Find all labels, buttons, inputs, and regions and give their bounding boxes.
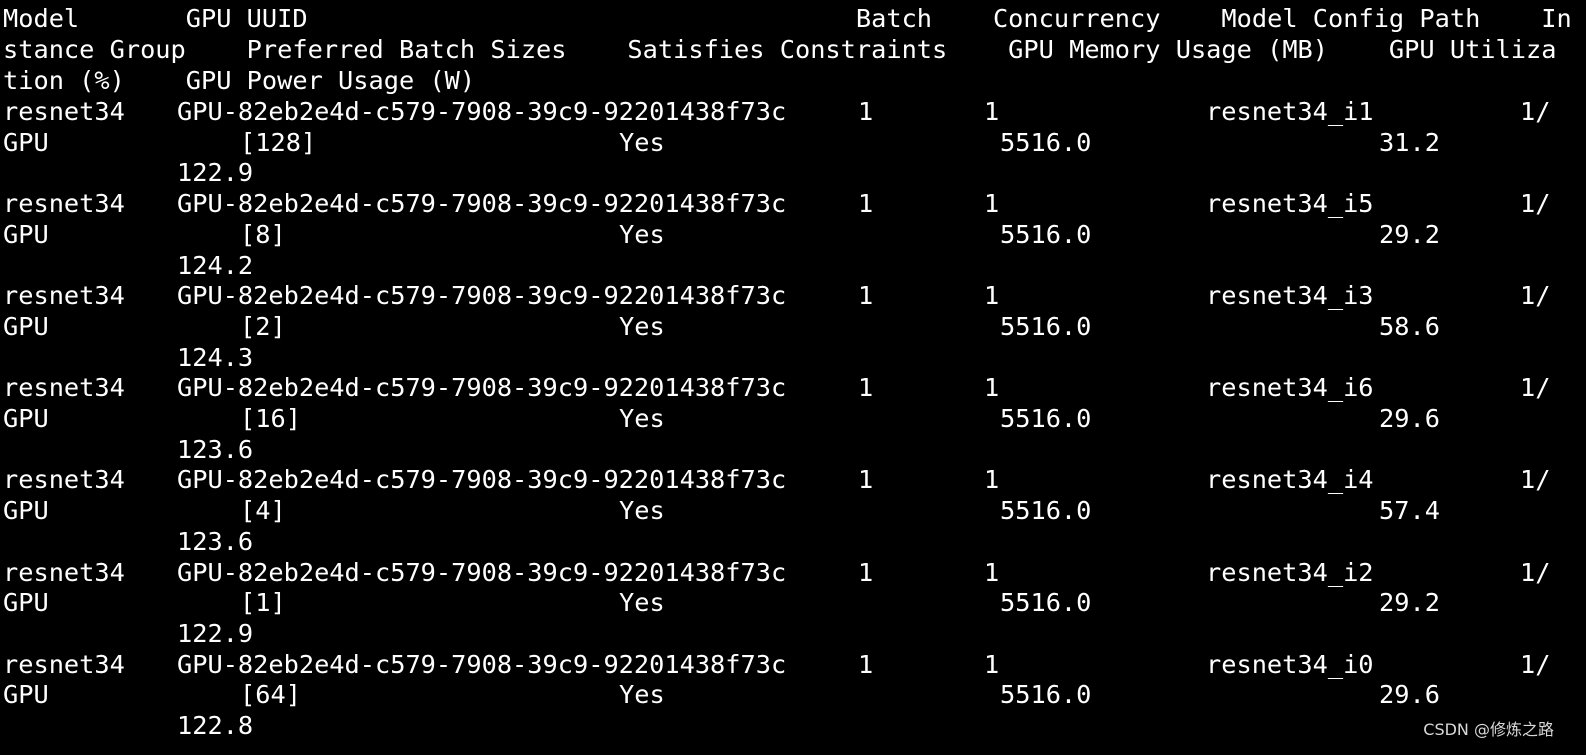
cell-gpu-utilization-pct: 29.2	[1379, 588, 1440, 618]
cell-preferred-batch-sizes: [4]	[240, 496, 286, 526]
cell-batch: 1	[858, 189, 874, 219]
cell-batch: 1	[858, 649, 874, 679]
cell-model: resnet34	[3, 97, 125, 126]
cell-instance-group-part1: 1/	[1520, 189, 1551, 219]
cell-model: resnet34	[3, 189, 125, 219]
terminal-output[interactable]: Model GPU UUID Batch Concurrency Model C…	[0, 0, 1586, 755]
cell-satisfies-constraints: Yes	[619, 404, 665, 433]
cell-instance-group-part2: GPU	[3, 404, 49, 433]
cell-instance-group-part1: 1/	[1520, 373, 1551, 403]
cell-model: resnet34	[3, 465, 125, 495]
cell-gpu-utilization-pct: 29.6	[1379, 404, 1440, 433]
cell-gpu-utilization-pct: 58.6	[1379, 311, 1440, 341]
cell-instance-group-part2: GPU	[3, 127, 49, 157]
cell-model-config-path: resnet34_i3	[1206, 281, 1374, 311]
cell-preferred-batch-sizes: [128]	[240, 127, 317, 157]
cell-gpu-memory-usage-mb: 5516.0	[1000, 219, 1092, 249]
cell-instance-group-part2: GPU	[3, 219, 49, 249]
cell-gpu-memory-usage-mb: 5516.0	[1000, 496, 1092, 526]
cell-preferred-batch-sizes: [1]	[240, 588, 286, 618]
cell-model-config-path: resnet34_i0	[1206, 649, 1374, 679]
cell-instance-group-part1: 1/	[1520, 281, 1551, 311]
cell-preferred-batch-sizes: [8]	[240, 219, 286, 249]
cell-instance-group-part2: GPU	[3, 496, 49, 526]
cell-instance-group-part2: GPU	[3, 680, 49, 710]
cell-instance-group-part2: GPU	[3, 311, 49, 341]
cell-gpu-uuid: GPU-82eb2e4d-c579-7908-39c9-92201438f73c	[177, 281, 787, 311]
watermark: CSDN @修炼之路	[1423, 720, 1554, 739]
cell-instance-group-part1: 1/	[1520, 557, 1551, 587]
cell-gpu-memory-usage-mb: 5516.0	[1000, 404, 1092, 433]
cell-model: resnet34	[3, 373, 125, 403]
cell-satisfies-constraints: Yes	[619, 496, 665, 526]
cell-gpu-utilization-pct: 57.4	[1379, 496, 1440, 526]
cell-model: resnet34	[3, 281, 125, 311]
cell-batch: 1	[858, 373, 874, 403]
cell-gpu-uuid: GPU-82eb2e4d-c579-7908-39c9-92201438f73c	[177, 557, 787, 587]
cell-model-config-path: resnet34_i6	[1206, 373, 1374, 403]
cell-gpu-memory-usage-mb: 5516.0	[1000, 588, 1092, 618]
cell-gpu-memory-usage-mb: 5516.0	[1000, 680, 1092, 710]
cell-instance-group-part1: 1/	[1520, 465, 1551, 495]
cell-batch: 1	[858, 281, 874, 311]
cell-model-config-path: resnet34_i2	[1206, 557, 1374, 587]
cell-model: resnet34	[3, 557, 125, 587]
cell-batch: 1	[858, 465, 874, 495]
cell-concurrency: 1	[984, 373, 1000, 403]
header-line: stance Group Preferred Batch Sizes Satis…	[3, 35, 1557, 64]
cell-concurrency: 1	[984, 281, 1000, 311]
cell-preferred-batch-sizes: [16]	[240, 404, 301, 433]
cell-satisfies-constraints: Yes	[619, 219, 665, 249]
cell-instance-group-part1: 1/	[1520, 649, 1551, 679]
cell-gpu-utilization-pct: 29.6	[1379, 680, 1440, 710]
cell-gpu-memory-usage-mb: 5516.0	[1000, 311, 1092, 341]
header-line: Model GPU UUID Batch Concurrency Model C…	[3, 4, 1572, 33]
cell-gpu-power-usage-w: 122.9	[177, 158, 254, 188]
cell-satisfies-constraints: Yes	[619, 311, 665, 341]
cell-model-config-path: resnet34_i4	[1206, 465, 1374, 495]
cell-gpu-memory-usage-mb: 5516.0	[1000, 127, 1092, 157]
cell-model-config-path: resnet34_i5	[1206, 189, 1374, 219]
cell-gpu-utilization-pct: 29.2	[1379, 219, 1440, 249]
cell-satisfies-constraints: Yes	[619, 127, 665, 157]
cell-preferred-batch-sizes: [2]	[240, 311, 286, 341]
header-line: tion (%) GPU Power Usage (W)	[3, 66, 476, 95]
cell-gpu-utilization-pct: 31.2	[1379, 127, 1440, 157]
cell-gpu-power-usage-w: 124.3	[177, 342, 254, 372]
cell-gpu-uuid: GPU-82eb2e4d-c579-7908-39c9-92201438f73c	[177, 97, 787, 126]
cell-preferred-batch-sizes: [64]	[240, 680, 301, 710]
cell-gpu-power-usage-w: 124.2	[177, 250, 254, 280]
cell-model: resnet34	[3, 649, 125, 679]
cell-instance-group-part1: 1/	[1520, 97, 1551, 126]
cell-gpu-power-usage-w: 122.8	[177, 711, 254, 740]
cell-gpu-uuid: GPU-82eb2e4d-c579-7908-39c9-92201438f73c	[177, 189, 787, 219]
cell-batch: 1	[858, 557, 874, 587]
cell-concurrency: 1	[984, 465, 1000, 495]
cell-gpu-power-usage-w: 122.9	[177, 618, 254, 648]
cell-concurrency: 1	[984, 189, 1000, 219]
cell-gpu-uuid: GPU-82eb2e4d-c579-7908-39c9-92201438f73c	[177, 373, 787, 403]
cell-concurrency: 1	[984, 649, 1000, 679]
cell-gpu-power-usage-w: 123.6	[177, 434, 254, 464]
cell-gpu-power-usage-w: 123.6	[177, 526, 254, 556]
cell-gpu-uuid: GPU-82eb2e4d-c579-7908-39c9-92201438f73c	[177, 465, 787, 495]
cell-satisfies-constraints: Yes	[619, 588, 665, 618]
cell-model-config-path: resnet34_i1	[1206, 97, 1374, 126]
cell-batch: 1	[858, 97, 874, 126]
cell-instance-group-part2: GPU	[3, 588, 49, 618]
cell-satisfies-constraints: Yes	[619, 680, 665, 710]
cell-gpu-uuid: GPU-82eb2e4d-c579-7908-39c9-92201438f73c	[177, 649, 787, 679]
cell-concurrency: 1	[984, 97, 1000, 126]
cell-concurrency: 1	[984, 557, 1000, 587]
